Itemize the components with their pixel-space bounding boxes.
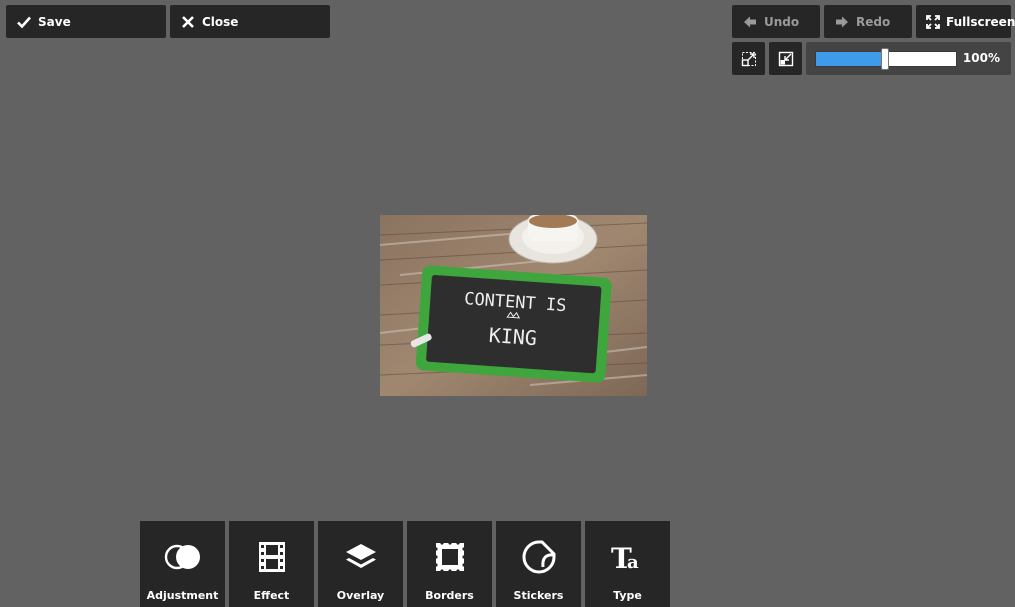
fullscreen-button[interactable]: Fullscreen: [916, 5, 1015, 38]
tool-borders[interactable]: Borders: [407, 521, 492, 607]
type-icon: T a: [608, 538, 648, 576]
zoom-slider-handle[interactable]: [881, 48, 889, 70]
tool-effect[interactable]: Effect: [229, 521, 314, 607]
actual-size-button[interactable]: [769, 42, 802, 75]
arrow-right-icon: [834, 14, 850, 30]
fullscreen-label: Fullscreen: [946, 14, 1015, 29]
zoom-slider-fill: [816, 52, 886, 66]
arrow-left-icon: [742, 14, 758, 30]
film-icon: [252, 538, 292, 576]
fit-to-screen-icon: [741, 51, 756, 66]
tool-stickers-label: Stickers: [513, 589, 564, 602]
close-icon: [180, 14, 196, 30]
zoom-slider[interactable]: [815, 48, 957, 70]
tool-adjustment-label: Adjustment: [146, 589, 219, 602]
canvas-image[interactable]: CONTENT IS KING: [380, 215, 647, 396]
shrink-icon: [778, 51, 793, 66]
tool-type-label: Type: [613, 589, 642, 602]
tool-borders-label: Borders: [425, 589, 474, 602]
zoom-panel: 100%: [806, 42, 1011, 75]
close-label: Close: [202, 14, 239, 29]
undo-button[interactable]: Undo: [732, 5, 820, 38]
save-label: Save: [38, 14, 71, 29]
fullscreen-icon: [926, 14, 940, 30]
redo-button[interactable]: Redo: [824, 5, 912, 38]
adjustment-icon: [163, 538, 203, 576]
redo-label: Redo: [856, 14, 891, 29]
fit-to-screen-button[interactable]: [732, 42, 765, 75]
zoom-value: 100%: [962, 51, 1000, 65]
tool-overlay-label: Overlay: [336, 589, 385, 602]
close-button[interactable]: Close: [170, 5, 330, 38]
tool-adjustment[interactable]: Adjustment: [140, 521, 225, 607]
svg-text:a: a: [627, 552, 639, 573]
sticker-icon: [519, 538, 559, 576]
chalk-text-line2: KING: [488, 323, 538, 350]
undo-label: Undo: [764, 14, 800, 29]
checkmark-icon: [16, 14, 32, 30]
layers-icon: [341, 538, 381, 576]
border-icon: [430, 538, 470, 576]
tool-overlay[interactable]: Overlay: [318, 521, 403, 607]
tool-effect-label: Effect: [253, 589, 290, 602]
tool-stickers[interactable]: Stickers: [496, 521, 581, 607]
tool-type[interactable]: T a Type: [585, 521, 670, 607]
save-button[interactable]: Save: [6, 5, 166, 38]
